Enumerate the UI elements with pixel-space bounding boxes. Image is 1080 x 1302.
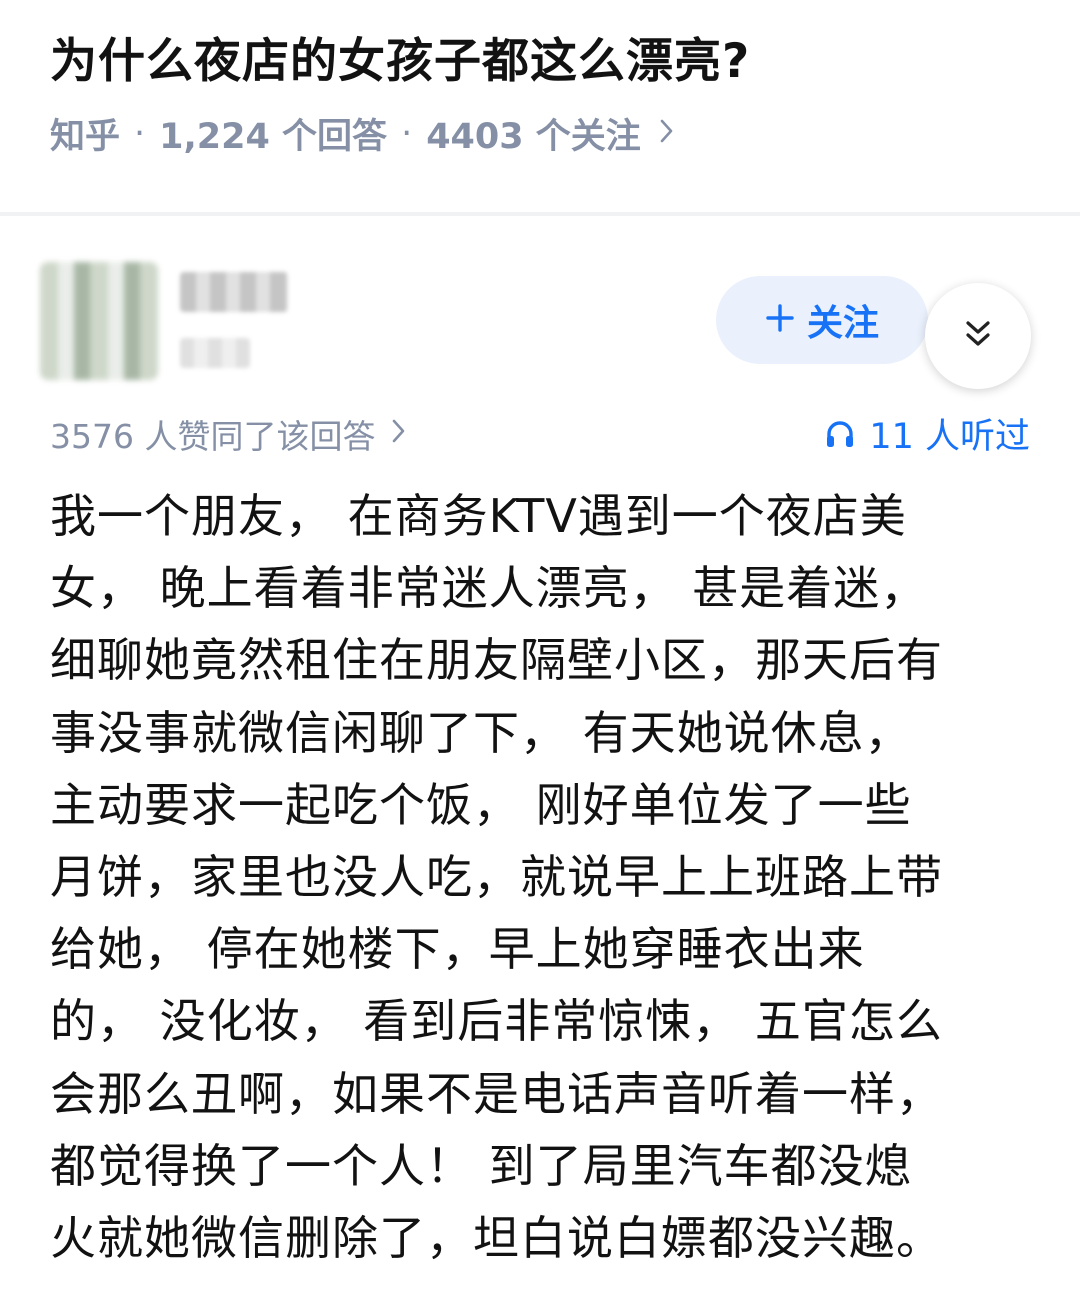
source-label: 知乎 (50, 117, 121, 157)
headphones-icon (827, 420, 854, 447)
meta-separator: · (401, 113, 413, 154)
plus-icon (765, 297, 795, 343)
answer-body[interactable]: 我一个朋友， 在商务KTV遇到一个夜店美 女， 晚上看着非常迷人漂亮， 甚是着迷… (50, 480, 1040, 1274)
author-name-blurred[interactable] (180, 272, 288, 312)
vote-count: 3576 人赞同了该回答 (50, 417, 376, 456)
collapse-button[interactable] (925, 283, 1031, 389)
chevron-right-icon (659, 114, 675, 154)
answer-line: 会那么丑啊，如果不是电话声音听着一样， (50, 1066, 943, 1121)
question-header: 为什么夜店的女孩子都这么漂亮? 知乎 · 1,224 个回答 · 4403 个关… (0, 0, 1080, 212)
answer-count: 1,224 个回答 (159, 117, 388, 157)
question-meta[interactable]: 知乎 · 1,224 个回答 · 4403 个关注 (50, 108, 675, 159)
answer-line: 事没事就微信闲聊了下， 有天她说休息， (50, 705, 912, 760)
answer-line: 主动要求一起吃个饭， 刚好单位发了一些 (50, 777, 912, 832)
answer-line: 都觉得换了一个人！ 到了局里汽车都没熄 (50, 1138, 912, 1193)
meta-separator: · (134, 113, 146, 154)
answer-line: 火就她微信删除了，坦白说白嫖都没兴趣。 (50, 1211, 943, 1266)
vote-count-link[interactable]: 3576 人赞同了该回答 (50, 410, 407, 458)
double-chevron-down-icon (961, 317, 995, 355)
author-headline-blurred (180, 338, 250, 368)
follow-button[interactable]: 关注 (716, 276, 928, 364)
follower-count: 4403 个关注 (426, 117, 641, 157)
answer-line: 女， 晚上看着非常迷人漂亮， 甚是着迷， (50, 561, 928, 616)
listen-count-button[interactable]: 11 人听过 (823, 408, 1030, 459)
follow-label: 关注 (806, 303, 879, 344)
chevron-right-icon (391, 415, 407, 453)
listen-count: 11 人听过 (869, 417, 1030, 457)
answer-line: 的， 没化妆， 看到后非常惊悚， 五官怎么 (50, 994, 943, 1049)
answer-line: 细聊她竟然租住在朋友隔壁小区，那天后有 (50, 633, 943, 688)
avatar[interactable] (40, 262, 158, 380)
answer-line: 月饼，家里也没人吃，就说早上上班路上带 (50, 850, 943, 905)
question-title[interactable]: 为什么夜店的女孩子都这么漂亮? (50, 22, 750, 91)
answer-line: 我一个朋友， 在商务KTV遇到一个夜店美 (50, 489, 907, 543)
answer-line: 给她， 停在她楼下，早上她穿睡衣出来 (50, 922, 865, 977)
